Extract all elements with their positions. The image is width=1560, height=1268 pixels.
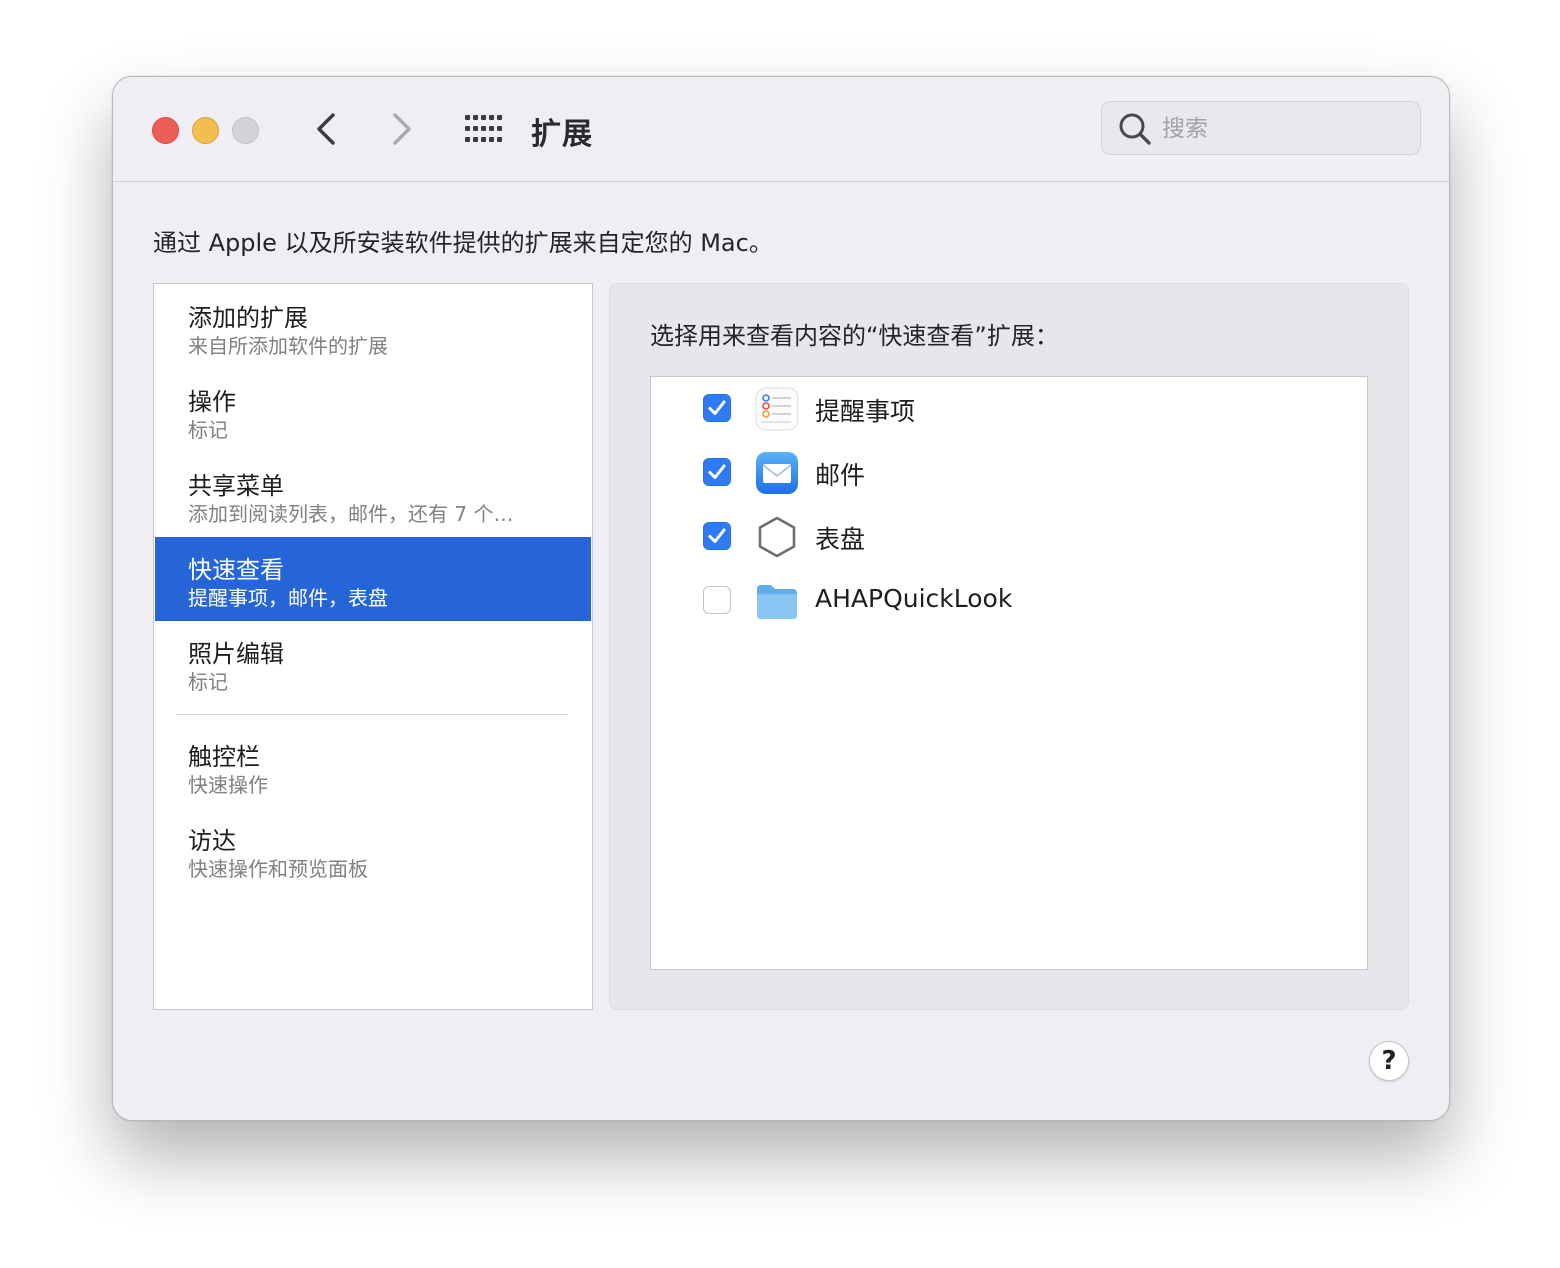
search-icon xyxy=(1119,113,1151,145)
ahapquicklook-checkbox[interactable] xyxy=(703,586,731,614)
sidebar-item-subtitle: 快速操作和预览面板 xyxy=(188,857,368,881)
search-input[interactable] xyxy=(1160,112,1404,146)
sidebar-item-title: 访达 xyxy=(188,827,236,855)
sidebar-item-subtitle: 标记 xyxy=(188,418,228,442)
hexagon-icon xyxy=(758,516,796,558)
extension-name: 提醒事项 xyxy=(815,397,916,426)
panel-label: 选择用来查看内容的“快速查看”扩展： xyxy=(650,322,1059,350)
back-button[interactable] xyxy=(309,109,345,149)
sidebar-divider xyxy=(176,714,568,715)
list-item-watch-faces: 表盘 xyxy=(651,505,1367,569)
list-item-reminders: 提醒事项 xyxy=(651,377,1367,441)
extension-name: AHAPQuickLook xyxy=(815,584,1013,613)
minimize-button[interactable] xyxy=(192,117,219,144)
sidebar-item-title: 共享菜单 xyxy=(188,472,284,500)
checkmark-icon xyxy=(708,464,726,479)
folder-icon xyxy=(757,585,797,619)
forward-button[interactable] xyxy=(383,109,419,149)
zoom-button[interactable] xyxy=(232,117,259,144)
list-item-mail: 邮件 xyxy=(651,441,1367,505)
close-button[interactable] xyxy=(152,117,179,144)
extension-list: 提醒事项 邮件 表盘 AHAPQuickLook xyxy=(650,376,1368,970)
chevron-left-icon xyxy=(317,113,335,145)
sidebar-item-actions[interactable]: 操作 标记 xyxy=(155,369,591,453)
search-field[interactable] xyxy=(1101,101,1421,155)
reminders-checkbox[interactable] xyxy=(703,394,731,422)
window-title: 扩展 xyxy=(531,117,593,152)
sidebar-item-added-extensions[interactable]: 添加的扩展 来自所添加软件的扩展 xyxy=(155,285,591,369)
sidebar-item-title: 操作 xyxy=(188,388,236,416)
sidebar-item-subtitle: 提醒事项，邮件，表盘 xyxy=(188,586,388,610)
system-preferences-window: 扩展 通过 Apple 以及所安装软件提供的扩展来自定您的 Mac。 添加的扩展… xyxy=(112,76,1450,1121)
sidebar-item-title: 快速查看 xyxy=(188,556,284,584)
checkmark-icon xyxy=(708,528,726,543)
mail-icon xyxy=(756,452,798,494)
sidebar-item-share-menu[interactable]: 共享菜单 添加到阅读列表，邮件，还有 7 个… xyxy=(155,453,591,537)
extension-name: 表盘 xyxy=(815,525,866,554)
sidebar-item-touch-bar[interactable]: 触控栏 快速操作 xyxy=(155,724,591,808)
sidebar-item-title: 照片编辑 xyxy=(188,640,284,668)
sidebar-item-subtitle: 添加到阅读列表，邮件，还有 7 个… xyxy=(188,502,514,526)
help-button[interactable]: ? xyxy=(1369,1041,1409,1081)
sidebar-item-finder[interactable]: 访达 快速操作和预览面板 xyxy=(155,808,591,892)
title-bar: 扩展 xyxy=(113,77,1449,182)
grid-icon xyxy=(465,115,502,142)
list-item-ahapquicklook: AHAPQuickLook xyxy=(651,569,1367,633)
watch-faces-checkbox[interactable] xyxy=(703,522,731,550)
quick-look-panel: 选择用来查看内容的“快速查看”扩展： 提醒事项 邮件 表盘 AHAPQuickL… xyxy=(609,283,1409,1010)
sidebar-item-title: 触控栏 xyxy=(188,743,260,771)
chevron-right-icon xyxy=(393,113,411,145)
extension-category-list: 添加的扩展 来自所添加软件的扩展 操作 标记 共享菜单 添加到阅读列表，邮件，还… xyxy=(153,283,593,1010)
reminders-icon xyxy=(755,387,799,431)
show-all-button[interactable] xyxy=(465,115,503,145)
checkmark-icon xyxy=(708,400,726,415)
sidebar-item-quick-look[interactable]: 快速查看 提醒事项，邮件，表盘 xyxy=(155,537,591,621)
extension-name: 邮件 xyxy=(815,461,866,490)
sidebar-item-subtitle: 标记 xyxy=(188,670,228,694)
sidebar-item-photos-editing[interactable]: 照片编辑 标记 xyxy=(155,621,591,705)
sidebar-item-title: 添加的扩展 xyxy=(188,304,308,332)
description-text: 通过 Apple 以及所安装软件提供的扩展来自定您的 Mac。 xyxy=(153,229,773,257)
mail-checkbox[interactable] xyxy=(703,458,731,486)
sidebar-item-subtitle: 来自所添加软件的扩展 xyxy=(188,334,388,358)
sidebar-item-subtitle: 快速操作 xyxy=(188,773,268,797)
